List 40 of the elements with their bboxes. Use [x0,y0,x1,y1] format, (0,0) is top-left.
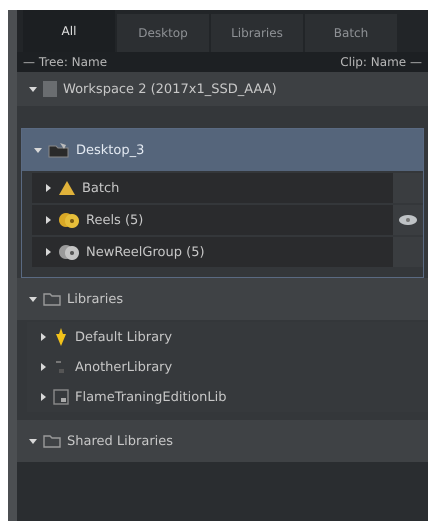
item-label: NewReelGroup (5) [86,244,205,260]
tab[interactable]: Libraries [211,14,303,52]
film-reel-icon [58,211,80,229]
caret-icon[interactable] [44,184,52,192]
tab[interactable]: Batch [305,14,397,52]
workspace-label: Workspace 2 (2017x1_SSD_AAA) [63,82,277,96]
tab[interactable]: All [23,10,115,52]
caret-icon[interactable] [29,437,37,445]
item-label: Default Library [75,330,172,344]
item-label: AnotherLibrary [75,360,172,374]
desktop-folder-icon [48,142,70,158]
section-label: Shared Libraries [67,434,174,448]
tree-item-row[interactable]: Reels (5) [32,205,423,235]
caret-icon[interactable] [39,393,47,401]
tab[interactable]: Desktop [117,14,209,52]
item-label: Batch [82,180,120,196]
folder-icon [43,292,61,306]
clip-sort-label[interactable]: Clip: Name — [340,55,422,69]
tree-sort-label[interactable]: — Tree: Name [23,55,108,69]
caret-icon[interactable] [44,216,52,224]
tree-section-row[interactable]: Shared Libraries [17,420,428,462]
warning-triangle-icon [58,180,76,196]
tree-item-row[interactable]: NewReelGroup (5) [32,237,423,267]
caret-icon[interactable] [39,363,47,371]
section-label: Desktop_3 [76,142,144,158]
caret-icon[interactable] [29,295,37,303]
caret-icon[interactable] [29,85,37,93]
section-label: Libraries [67,292,124,306]
workspace-row[interactable]: Workspace 2 (2017x1_SSD_AAA) [17,72,428,106]
tree-section-row[interactable]: Desktop_3 [22,129,423,171]
tree-section-row[interactable]: Libraries [17,278,428,320]
tree-item-row[interactable]: Batch [32,173,423,203]
caret-icon[interactable] [39,333,47,341]
film-reel-icon [58,243,80,261]
eye-icon[interactable] [398,214,418,226]
item-label: FlameTraningEditionLib [75,390,226,404]
folder-icon [43,434,61,448]
workspace-icon [43,81,57,97]
item-label: Reels (5) [86,212,144,228]
caret-icon[interactable] [44,248,52,256]
